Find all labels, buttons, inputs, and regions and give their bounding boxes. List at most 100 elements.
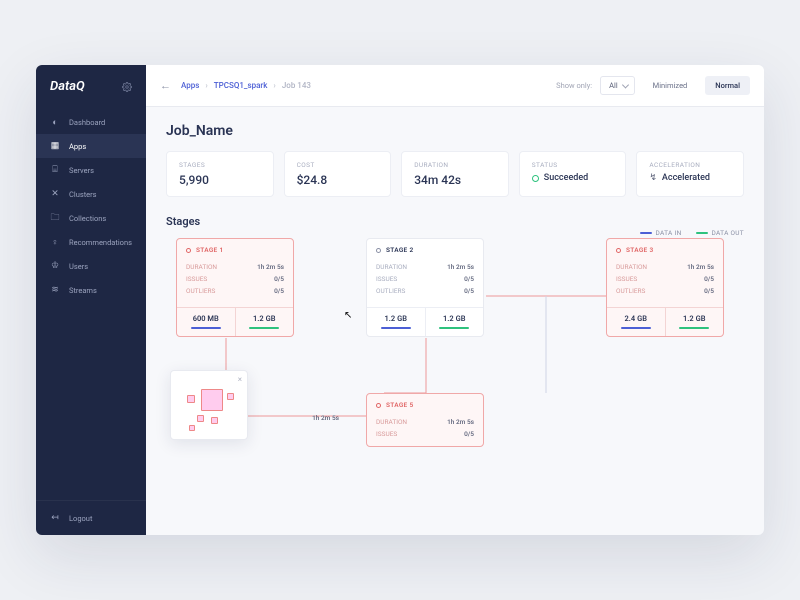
stage-header: STAGE 2 (367, 239, 483, 261)
data-out-cell: 1.2 GB (425, 308, 484, 336)
stages-heading: Stages (166, 215, 744, 228)
stat-card-acceleration: ACCELERATION ↯Accelerated (636, 151, 744, 197)
sidebar-item-label: Collections (69, 214, 106, 223)
gear-icon[interactable] (122, 82, 132, 92)
minimap-popup[interactable]: × (170, 370, 248, 440)
row-value: 0/5 (464, 287, 474, 295)
stages-canvas[interactable]: STAGE 1 DURATION 1h 2m 5s ISSUES 0/5 OUTLI… (166, 238, 744, 508)
sidebar-item-label: Servers (69, 166, 94, 175)
stage-card[interactable]: STAGE 2 DURATION1h 2m 5s ISSUES0/5 OUTLI… (366, 238, 484, 337)
status-dot-icon (376, 403, 381, 408)
crumb-link[interactable]: Apps (181, 81, 199, 90)
status-dot-icon (376, 248, 381, 253)
stage-title: STAGE 3 (626, 246, 653, 254)
diagram-box (189, 425, 195, 431)
stat-card-status: STATUS Succeeded (519, 151, 627, 197)
brand-logo: DataQ (36, 65, 146, 106)
row-value: 1h 2m 5s (447, 263, 474, 271)
main: ← Apps › TPCSQ1_spark › Job 143 Show onl… (146, 65, 764, 535)
data-in-cell: 2.4 GB (607, 308, 665, 336)
server-icon: ⌸ (50, 165, 60, 175)
stage-footer: 2.4 GB 1.2 GB (607, 307, 723, 336)
chevron-right-icon: › (273, 81, 275, 90)
chevron-right-icon: › (205, 81, 207, 90)
stat-card-cost: COST $24.8 (284, 151, 392, 197)
bar-icon (249, 327, 279, 329)
app-window: DataQ ◐Dashboard ▦Apps ⌸Servers ✕Cluster… (36, 65, 764, 535)
filter-select[interactable]: All (600, 76, 635, 95)
data-out-cell: 1.2 GB (665, 308, 724, 336)
page-title: Job_Name (166, 123, 744, 139)
view-normal-button[interactable]: Normal (705, 76, 750, 95)
sidebar-item-label: Clusters (69, 190, 97, 199)
row-value: 1h 2m 5s (312, 414, 339, 422)
crumb-current: Job 143 (282, 81, 311, 90)
sidebar-item-apps[interactable]: ▦Apps (36, 134, 146, 158)
logout-icon: ↤ (50, 513, 60, 523)
row-label: DURATION (376, 263, 407, 271)
row-value: 0/5 (704, 287, 714, 295)
stage-header: STAGE 3 (607, 239, 723, 261)
filter-label: Show only: (556, 81, 592, 90)
topbar-controls: Show only: All Minimized Normal (556, 76, 750, 95)
view-minimized-button[interactable]: Minimized (643, 76, 698, 95)
stage-card[interactable]: STAGE 1 DURATION1h 2m 5s ISSUES0/5 OUTLI… (176, 238, 294, 337)
row-value: 1h 2m 5s (257, 263, 284, 271)
row-value: 0/5 (274, 287, 284, 295)
bolt-icon: ↯ (649, 173, 657, 183)
sidebar: DataQ ◐Dashboard ▦Apps ⌸ Servers ✕Cluster… (36, 65, 146, 535)
crumb-link[interactable]: TPCSQ1_spark (214, 81, 268, 90)
stat-label: STAGES (179, 161, 261, 169)
back-button[interactable]: ← (160, 79, 171, 92)
row-label: DURATION (376, 418, 407, 426)
stat-card-duration: DURATION 34m 42s (401, 151, 509, 197)
stage-body: DURATION1h 2m 5s ISSUES0/5 OUTLIERS0/5 (177, 261, 293, 303)
logout-button[interactable]: ↤Logout (36, 500, 146, 535)
stream-icon: ≋ (50, 285, 60, 295)
sidebar-item-servers[interactable]: ⌸ Servers (36, 158, 146, 182)
stage-card[interactable]: STAGE 5 DURATION1h 2m 5s ISSUES0/5 (366, 393, 484, 447)
sidebar-item-collections[interactable]: 🗀 Collections (36, 206, 146, 230)
sidebar-item-label: Streams (69, 286, 97, 295)
row-value: 1h 2m 5s (447, 418, 474, 426)
stage-header: STAGE 5 (367, 394, 483, 416)
row-value: 0/5 (464, 275, 474, 283)
bar-icon (381, 327, 411, 329)
breadcrumb: Apps › TPCSQ1_spark › Job 143 (181, 81, 311, 90)
brand-text: DataQ (50, 79, 85, 94)
diagram-box (187, 395, 195, 403)
sidebar-item-label: Users (69, 262, 88, 271)
stat-value: 5,990 (179, 173, 261, 187)
sidebar-item-recommendations[interactable]: ♀Recommendations (36, 230, 146, 254)
row-label: DURATION (616, 263, 647, 271)
grid-icon: ▦ (50, 141, 60, 151)
row-value: 1h 2m 5s (687, 263, 714, 271)
stage-footer: 1.2 GB 1.2 GB (367, 307, 483, 336)
stat-label: ACCELERATION (649, 161, 731, 169)
sidebar-item-clusters[interactable]: ✕Clusters (36, 182, 146, 206)
stat-value: ↯Accelerated (649, 173, 731, 183)
diagram-box (211, 417, 218, 424)
status-dot-icon (186, 248, 191, 253)
diagram-box (201, 389, 223, 411)
nav: ◐Dashboard ▦Apps ⌸ Servers ✕Clusters 🗀 Col… (36, 106, 146, 500)
status-dot-icon (616, 248, 621, 253)
folder-icon: 🗀 (50, 213, 60, 223)
sidebar-item-streams[interactable]: ≋ Streams (36, 278, 146, 302)
row-label: DURATION (186, 263, 217, 271)
stage-title: STAGE 2 (386, 246, 413, 254)
row-label: OUTLIERS (376, 287, 405, 295)
stage-title: STAGE 1 (196, 246, 223, 254)
content: Job_Name STAGES 5,990 COST $24.8 DURATIO… (146, 107, 764, 535)
stage-footer: 600 MB 1.2 GB (177, 307, 293, 336)
data-in-cell: 600 MB (177, 308, 235, 336)
row-label: OUTLIERS (186, 287, 215, 295)
legend-swatch-icon (640, 232, 652, 234)
row-label: ISSUES (376, 430, 397, 438)
stats-row: STAGES 5,990 COST $24.8 DURATION 34m 42s… (166, 151, 744, 197)
stat-label: DURATION (414, 161, 496, 169)
stage-body: DURATION1h 2m 5s ISSUES0/5 (367, 416, 483, 446)
sidebar-item-dashboard[interactable]: ◐Dashboard (36, 110, 146, 134)
stage-card[interactable]: STAGE 3 DURATION1h 2m 5s ISSUES0/5 OUTLI… (606, 238, 724, 337)
sidebar-item-users[interactable]: ♔Users (36, 254, 146, 278)
